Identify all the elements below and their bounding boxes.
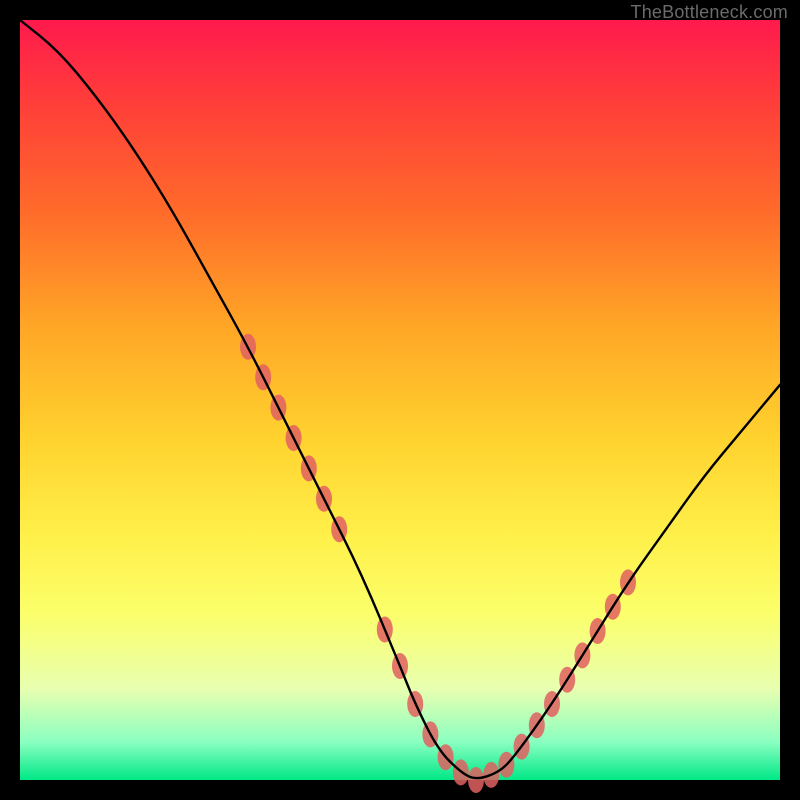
plot-area <box>20 20 780 780</box>
chart-frame: TheBottleneck.com <box>0 0 800 800</box>
bottleneck-curve <box>20 20 780 778</box>
highlight-marker <box>468 767 484 793</box>
curve-svg <box>20 20 780 780</box>
highlight-layer <box>240 334 636 793</box>
